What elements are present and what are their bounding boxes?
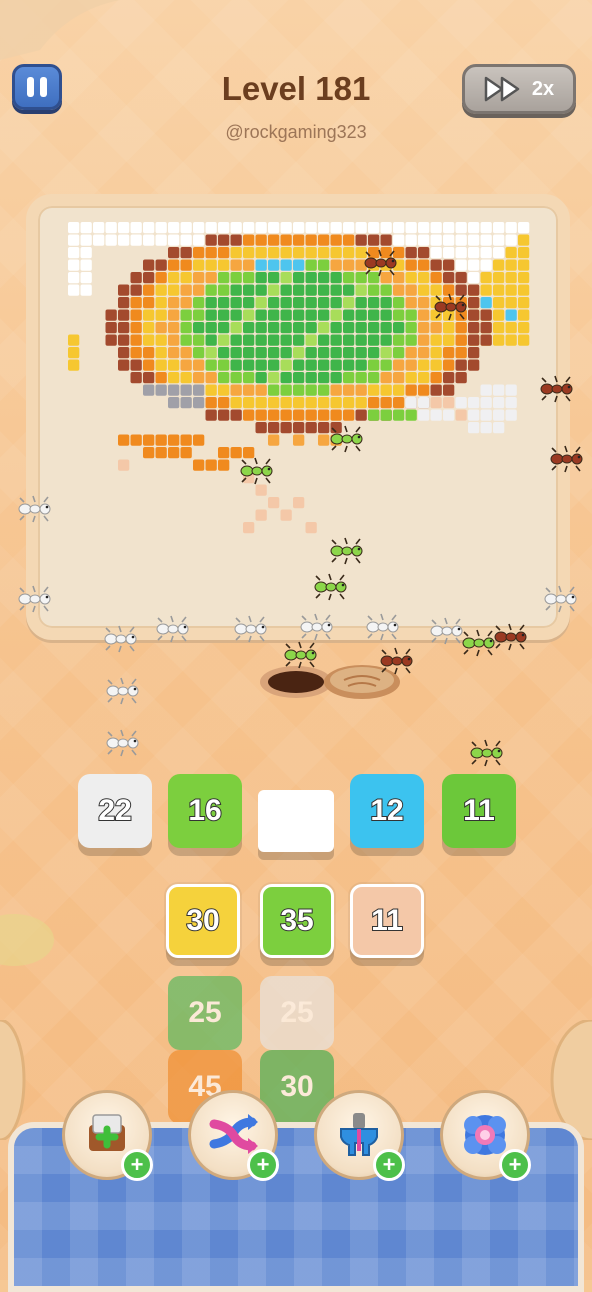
- wood-decoration-icon: [0, 1020, 26, 1140]
- ant-icon: [380, 647, 413, 675]
- username-label: @rockgaming323: [225, 122, 367, 142]
- plus-icon: +: [499, 1149, 531, 1181]
- ring-powerup-button[interactable]: +: [440, 1090, 531, 1181]
- plus-icon: +: [247, 1149, 279, 1181]
- magnet-powerup-button[interactable]: +: [314, 1090, 405, 1181]
- queue-tile[interactable]: 35: [260, 884, 334, 958]
- slot-tile[interactable]: 16: [168, 774, 242, 848]
- ant-icon: [470, 739, 503, 767]
- ant-icon: [330, 425, 363, 453]
- ant-icon: [106, 677, 139, 705]
- ant-icon: [540, 375, 573, 403]
- slot-tile[interactable]: 12: [350, 774, 424, 848]
- ant-icon: [104, 625, 137, 653]
- speed-toggle-button[interactable]: 2x: [462, 64, 576, 114]
- queue-tile[interactable]: 11: [350, 884, 424, 958]
- ant-icon: [366, 613, 399, 641]
- empty-slot[interactable]: [258, 790, 334, 852]
- ant-icon: [156, 615, 189, 643]
- queue-tile-locked: 25: [168, 976, 242, 1050]
- ant-icon: [494, 623, 527, 651]
- ant-icon: [462, 629, 495, 657]
- ant-icon: [18, 495, 51, 523]
- ant-icon: [106, 729, 139, 757]
- puzzle-board: [26, 194, 570, 640]
- queue-tile-locked: 25: [260, 976, 334, 1050]
- ant-icon: [550, 445, 583, 473]
- shuffle-powerup-button[interactable]: +: [188, 1090, 279, 1181]
- plus-icon: +: [373, 1149, 405, 1181]
- speed-label: 2x: [531, 77, 555, 100]
- queue-tile[interactable]: 30: [166, 884, 240, 958]
- top-bar: Level 181 @rockgaming323 2x: [0, 0, 592, 160]
- ant-icon: [284, 641, 317, 669]
- plus-icon: +: [121, 1149, 153, 1181]
- ant-icon: [544, 585, 577, 613]
- ant-icon: [434, 293, 467, 321]
- fast-forward-icon: [484, 76, 520, 102]
- ant-icon: [240, 457, 273, 485]
- ant-icon: [300, 613, 333, 641]
- leaf-decoration-icon: [0, 914, 54, 966]
- ant-icon: [364, 249, 397, 277]
- ant-icon: [18, 585, 51, 613]
- slot-tile[interactable]: 22: [78, 774, 152, 848]
- ant-icon: [430, 617, 463, 645]
- ant-icon: [330, 537, 363, 565]
- ant-icon: [314, 573, 347, 601]
- ant-icon: [234, 615, 267, 643]
- slot-tile[interactable]: 11: [442, 774, 516, 848]
- add-slot-powerup-button[interactable]: +: [62, 1090, 153, 1181]
